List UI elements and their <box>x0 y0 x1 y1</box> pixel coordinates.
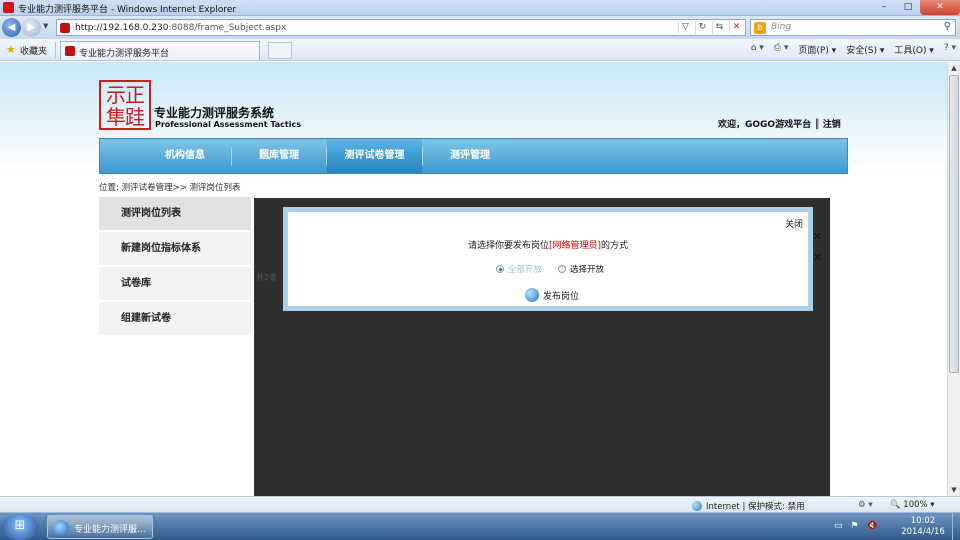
address-input[interactable]: http://192.168.0.230:8088/frame_Subject.… <box>56 19 746 36</box>
sidebar-item-position-list[interactable]: 测评岗位列表 <box>99 197 251 230</box>
internet-zone-icon <box>692 501 702 511</box>
breadcrumb: 位置: 测评试卷管理>> 测评岗位列表 <box>99 183 241 193</box>
nav-item-org-info[interactable]: 机构信息 <box>134 139 236 173</box>
ie-icon <box>53 520 69 536</box>
page-menu[interactable]: 页面(P) ▾ <box>798 43 836 56</box>
page-scrollbar[interactable]: ▲ ▼ <box>947 62 960 496</box>
window-controls: – □ ✕ <box>872 0 960 16</box>
publish-dialog: 关闭 请选择你要发布岗位[网络管理员]的方式 全部开放 选择开放 发布岗位 <box>283 207 813 311</box>
back-button[interactable]: ◀ <box>2 18 21 37</box>
security-zone[interactable]: Internet | 保护模式: 禁用 <box>692 500 805 512</box>
start-button[interactable] <box>2 514 38 540</box>
tab-title: 专业能力测评服务平台 <box>79 49 170 59</box>
sidebar-item-paper-library[interactable]: 试卷库 <box>99 267 251 300</box>
favorites-button[interactable]: 收藏夹 <box>20 44 47 57</box>
globe-icon <box>525 288 539 302</box>
command-bar: ⌂ ▾ ⎙ ▾ 页面(P) ▾ 安全(S) ▾ 工具(O) ▾ ? ▾ <box>751 43 956 56</box>
history-dropdown-icon[interactable]: ▼ <box>43 22 48 30</box>
nav-item-exam-paper[interactable]: 测评试卷管理 <box>327 139 422 173</box>
help-icon[interactable]: ? ▾ <box>944 43 956 56</box>
welcome-text[interactable]: 欢迎，GOGO游戏平台 ║ 注销 <box>718 117 841 130</box>
dialog-message: 请选择你要发布岗位[网络管理员]的方式 <box>467 241 629 251</box>
scroll-down-icon[interactable]: ▼ <box>948 484 960 496</box>
dialog-close-button[interactable]: 关闭 <box>785 217 803 230</box>
flag-icon[interactable]: ⚑ <box>851 521 859 531</box>
stop-icon[interactable]: ✕ <box>729 21 743 34</box>
sidebar: 测评岗位列表 新建岗位指标体系 试卷库 组建新试卷 <box>99 197 251 337</box>
ie-app-icon <box>3 2 14 13</box>
address-toolbar: ◀ ▶ ▼ http://192.168.0.230:8088/frame_Su… <box>0 16 960 39</box>
minimize-button[interactable]: – <box>872 0 896 15</box>
sidebar-item-new-paper[interactable]: 组建新试卷 <box>99 302 251 335</box>
open-mode-options: 全部开放 选择开放 <box>496 263 604 275</box>
site-favicon-icon <box>60 23 70 33</box>
safety-menu[interactable]: 安全(S) ▾ <box>846 43 884 56</box>
show-desktop-button[interactable] <box>952 513 960 540</box>
protected-mode-icon[interactable]: ⚙ ▾ <box>858 500 873 510</box>
volume-icon[interactable]: 🔇 <box>867 521 878 531</box>
publish-position-button[interactable]: 发布岗位 <box>525 288 579 302</box>
tools-menu[interactable]: 工具(O) ▾ <box>894 43 934 56</box>
home-icon[interactable]: ⌂ ▾ <box>751 43 764 56</box>
search-placeholder: Bing <box>771 22 792 32</box>
bing-icon: b <box>754 22 766 34</box>
print-icon[interactable]: ⎙ ▾ <box>774 43 789 56</box>
compatibility-view-icon[interactable]: ▽ <box>678 21 692 34</box>
close-window-button[interactable]: ✕ <box>920 0 960 15</box>
system-tray: ▭ ⚑ 🔇 <box>834 521 878 531</box>
dialog-body: 关闭 请选择你要发布岗位[网络管理员]的方式 全部开放 选择开放 发布岗位 <box>288 212 808 306</box>
site-name: 专业能力测评服务系统 <box>154 106 275 120</box>
radio-dot[interactable] <box>558 265 567 273</box>
favorites-bar: ★ 收藏夹 专业能力测评服务平台 ⌂ ▾ ⎙ ▾ 页面(P) ▾ 安全(S) ▾… <box>0 39 960 61</box>
new-tab-button[interactable] <box>268 42 292 59</box>
zoom-level[interactable]: 🔍 100% ▾ <box>890 500 935 510</box>
nav-item-question-bank[interactable]: 题库管理 <box>231 139 327 173</box>
taskbar: 专业能力测评服... ▭ ⚑ 🔇 10:02 2014/4/16 <box>0 512 960 540</box>
search-icon[interactable]: ⚲ <box>944 21 951 32</box>
favorites-star-icon[interactable]: ★ <box>6 43 16 56</box>
record-count: 共2条 <box>256 273 278 282</box>
browser-tab[interactable]: 专业能力测评服务平台 <box>60 41 260 60</box>
page-content: 示正 隼跬 专业能力测评服务系统 Professional Assessment … <box>0 62 947 496</box>
url-tools: ▽ ↻ ⇆ ✕ <box>678 21 743 34</box>
position-name: [网络管理员] <box>548 241 602 251</box>
url-text[interactable]: http://192.168.0.230:8088/frame_Subject.… <box>75 23 286 33</box>
site-logo: 示正 隼跬 <box>99 80 151 130</box>
search-box[interactable]: b Bing ⚲ <box>750 19 956 36</box>
scroll-up-icon[interactable]: ▲ <box>948 62 960 74</box>
taskbar-item-ie[interactable]: 专业能力测评服... <box>47 515 153 539</box>
maximize-button[interactable]: □ <box>896 0 920 15</box>
sidebar-item-new-index-system[interactable]: 新建岗位指标体系 <box>99 232 251 265</box>
switch-icon[interactable]: ⇆ <box>712 21 726 34</box>
delete-icon[interactable]: ✕ <box>813 230 822 243</box>
title-bar: 专业能力测评服务平台 - Windows Internet Explorer –… <box>0 0 960 16</box>
status-bar: Internet | 保护模式: 禁用 ⚙ ▾ 🔍 100% ▾ <box>0 496 960 512</box>
forward-button[interactable]: ▶ <box>22 18 41 37</box>
main-nav: 机构信息 题库管理 测评试卷管理 测评管理 <box>99 138 848 174</box>
window-title: 专业能力测评服务平台 - Windows Internet Explorer <box>18 5 237 15</box>
scroll-thumb[interactable] <box>949 75 959 373</box>
radio-dot[interactable] <box>496 265 504 273</box>
tab-favicon-icon <box>65 46 75 56</box>
divider <box>55 42 56 58</box>
network-icon[interactable]: ▭ <box>834 521 843 531</box>
delete-icon[interactable]: ✕ <box>813 251 822 264</box>
radio-open-select[interactable]: 选择开放 <box>558 263 604 275</box>
site-name-en: Professional Assessment Tactics <box>155 120 301 129</box>
radio-open-all[interactable]: 全部开放 <box>496 263 542 275</box>
nav-item-assessment[interactable]: 测评管理 <box>422 139 518 173</box>
clock[interactable]: 10:02 2014/4/16 <box>898 516 948 538</box>
refresh-icon[interactable]: ↻ <box>695 21 709 34</box>
